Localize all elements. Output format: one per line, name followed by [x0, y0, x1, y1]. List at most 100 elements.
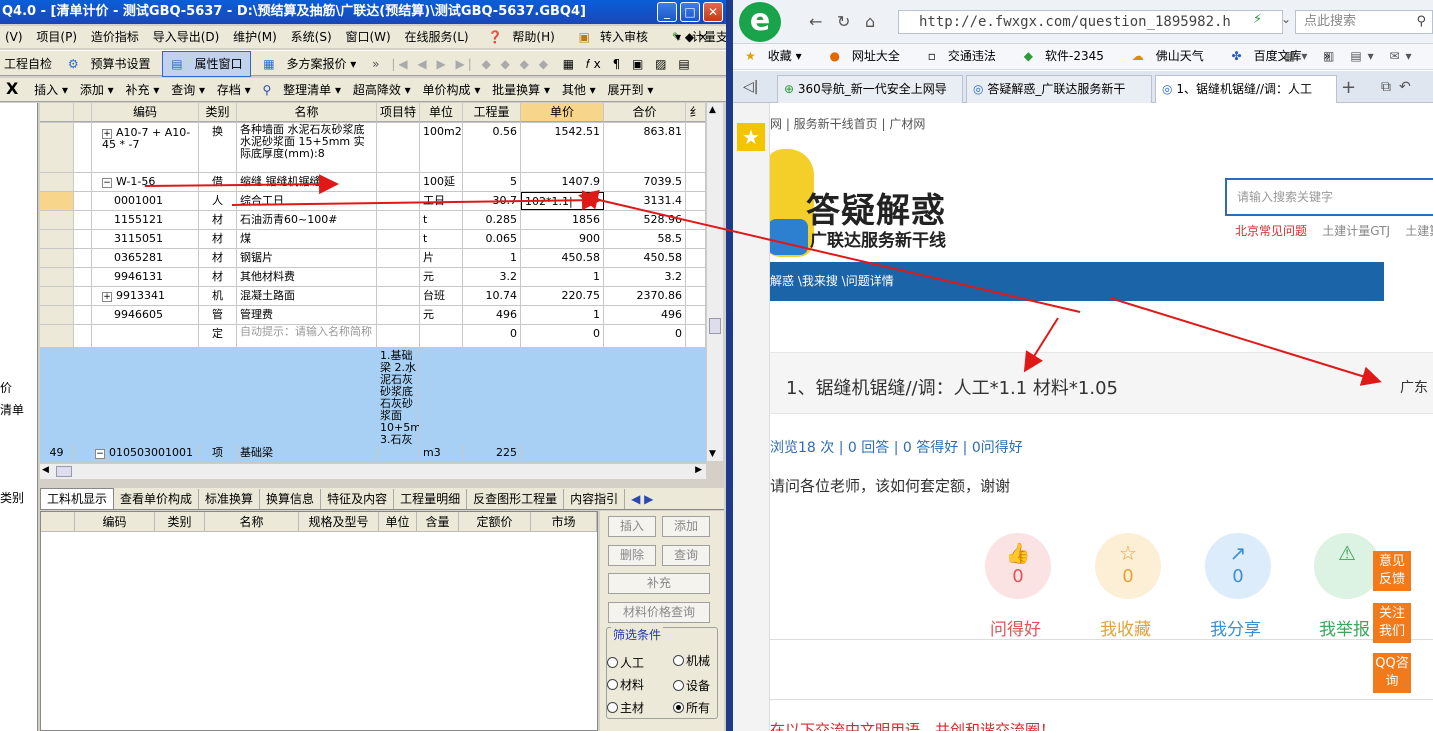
cell-total[interactable]: 3.2	[604, 268, 686, 286]
cell-total[interactable]: 2370.86	[604, 287, 686, 305]
fav-software[interactable]: ◆ 软件-2345	[1012, 44, 1116, 68]
collapse-icon[interactable]: −	[102, 178, 112, 188]
hotlink-tujian[interactable]: 土建算	[1405, 224, 1433, 238]
action-label[interactable]: 我分享	[1210, 615, 1261, 640]
cell-type[interactable]: 材	[199, 268, 237, 286]
cell-code[interactable]: 9946131	[92, 268, 199, 286]
grid-header-unit[interactable]: 单位	[420, 103, 463, 122]
qq-consult-button[interactable]: QQ咨询	[1373, 653, 1411, 693]
hotlink-gtj[interactable]: 土建计量GTJ	[1322, 224, 1390, 238]
cell-qty[interactable]: 30.7	[463, 192, 521, 210]
expand-to-menu[interactable]: 展开到 ▾	[604, 79, 658, 101]
add-menu[interactable]: 添加 ▾	[76, 79, 118, 101]
insert-menu[interactable]: 插入 ▾	[30, 79, 72, 101]
cell-type[interactable]: 定	[199, 325, 237, 347]
cell-type[interactable]: 材	[199, 211, 237, 229]
back-icon[interactable]: ←	[809, 12, 822, 31]
cell-qty[interactable]: 3.2	[463, 268, 521, 286]
menu-help[interactable]: ❓ 帮助(H)	[477, 26, 564, 48]
grid-row[interactable]: + A10-7 + A10-45 * -7 换 各种墙面 水泥石灰砂浆底 水泥砂浆面 …	[40, 123, 706, 173]
grid-row[interactable]: 0001001 人 综合工日 工日 30.7 102*1.1| 3131.4	[40, 192, 706, 211]
cell-total[interactable]: 7039.5	[604, 173, 686, 191]
supplement-button[interactable]: 补充	[608, 573, 710, 594]
filter-all-radio[interactable]: 所有	[673, 701, 710, 715]
cell-code[interactable]: − W-1-56	[92, 173, 199, 191]
row-selector[interactable]	[40, 268, 74, 286]
tab-graphic-qty[interactable]: 反查图形工程量	[467, 489, 565, 509]
left-label-list[interactable]: 清单	[0, 401, 24, 418]
grid-row-foundation-beam[interactable]: 49 −010503001001 项 基础梁 1.基础梁 2.水泥石灰砂浆底 石…	[40, 348, 706, 463]
cell-qty[interactable]: 5	[463, 173, 521, 191]
follow-us-button[interactable]: 关注我们	[1373, 603, 1411, 643]
tab-feature-content[interactable]: 特征及内容	[321, 489, 395, 509]
action-thumbs-up-button[interactable]: 👍 0	[985, 533, 1051, 599]
tab-convert-info[interactable]: 换算信息	[260, 489, 322, 509]
tab-scroll-arrows[interactable]: ◀ ▶	[625, 489, 659, 509]
cell-qty[interactable]: 0	[463, 325, 521, 347]
tab-scroll-left-icon[interactable]: ◁|	[743, 79, 758, 95]
cell-feat[interactable]	[377, 230, 420, 248]
cell-code[interactable]: 0001001	[92, 192, 199, 210]
multi-plan-quote-button[interactable]: ▦ 多方案报价 ▾	[255, 52, 364, 76]
archive-menu[interactable]: 存档 ▾	[213, 79, 255, 101]
cell-feat[interactable]	[377, 325, 420, 347]
cell-total[interactable]: 528.96	[604, 211, 686, 229]
cell-feat[interactable]	[377, 173, 420, 191]
navigation-arrows[interactable]: |◀ ◀ ▶ ▶| ◆ ◆ ◆ ◆	[387, 52, 555, 76]
cell-feat[interactable]	[377, 287, 420, 305]
cell-qty[interactable]: 0.285	[463, 211, 521, 229]
browser-tab-faq[interactable]: ◎ 答疑解惑_广联达服务新干	[966, 75, 1152, 103]
menu-project[interactable]: 项目(P)	[31, 26, 82, 48]
add-button[interactable]: 添加	[662, 516, 710, 537]
menu-window[interactable]: 窗口(W)	[340, 26, 395, 48]
cell-name[interactable]: 其他材料费	[237, 268, 377, 286]
grid-vertical-scrollbar[interactable]: ▲ ▼	[706, 103, 723, 461]
cell-type[interactable]: 机	[199, 287, 237, 305]
menu-import-export[interactable]: 导入导出(D)	[148, 26, 225, 48]
breadcrumb[interactable]: 解惑 \我来搜 \问题详情	[770, 262, 1384, 301]
binoculars-icon[interactable]: ⚲	[259, 79, 276, 101]
query-menu[interactable]: 查询 ▾	[167, 79, 209, 101]
action-label[interactable]: 我收藏	[1100, 615, 1151, 640]
left-label-category[interactable]: 类别	[0, 489, 24, 506]
cell-price[interactable]: 1407.9	[521, 173, 604, 191]
height-adjust-menu[interactable]: 超高降效 ▾	[349, 79, 415, 101]
cell-price[interactable]: 0	[521, 325, 604, 347]
cell-unit[interactable]: 工日	[420, 192, 463, 210]
cell-name[interactable]: 各种墙面 水泥石灰砂浆底 水泥砂浆面 15+5mm 实际底厚度(mm):8	[237, 123, 377, 172]
cell-name[interactable]: 综合工日	[237, 192, 377, 210]
cell-code[interactable]: 1155121	[92, 211, 199, 229]
cell-name[interactable]: 石油沥青60~100#	[237, 211, 377, 229]
action-share-button[interactable]: ↗ 0	[1205, 533, 1271, 599]
cell-type[interactable]: 借	[199, 173, 237, 191]
cell-name[interactable]: 自动提示：请输入名称简称	[237, 325, 377, 347]
close-pane-button[interactable]: X	[0, 78, 26, 100]
row-selector[interactable]	[40, 211, 74, 229]
cell-price[interactable]: 1856	[521, 211, 604, 229]
row-selector[interactable]	[40, 325, 74, 347]
material-price-query-button[interactable]: 材料价格查询	[608, 602, 710, 623]
cell-total[interactable]: 496	[604, 306, 686, 324]
cell-price[interactable]: 450.58	[521, 249, 604, 267]
organize-list-menu[interactable]: 整理清单 ▾	[279, 79, 345, 101]
menu-view[interactable]: (V)	[0, 26, 28, 48]
hotlink-beijing[interactable]: 北京常见问题	[1235, 224, 1307, 238]
cell-type[interactable]: 材	[199, 230, 237, 248]
row-selector[interactable]	[40, 249, 74, 267]
tab-standard-convert[interactable]: 标准换算	[199, 489, 261, 509]
cell-name[interactable]: 钢锯片	[237, 249, 377, 267]
budget-settings-button[interactable]: ⚙ 预算书设置	[60, 52, 159, 76]
cell-unit[interactable]: 100m2	[420, 123, 463, 172]
filter-material-radio[interactable]: 材料	[607, 678, 644, 692]
action-star-button[interactable]: ☆ 0	[1095, 533, 1161, 599]
bgrid-header-market[interactable]: 市场	[531, 512, 597, 532]
cell-name[interactable]: 煤	[237, 230, 377, 248]
new-tab-icon[interactable]: +	[1341, 77, 1356, 98]
cell-code[interactable]	[92, 325, 199, 347]
cell-total[interactable]: 863.81	[604, 123, 686, 172]
scroll-down-icon[interactable]: ▼	[709, 449, 716, 459]
grid-header-total[interactable]: 合价	[604, 103, 686, 122]
grid-row[interactable]: 0365281 材 钢锯片 片 1 450.58 450.58	[40, 249, 706, 268]
fav-url-all[interactable]: ● 网址大全	[817, 44, 912, 68]
toolbar-tools[interactable]: ▦ 𝑓x ¶ ▣ ▨ ▤	[559, 52, 698, 76]
